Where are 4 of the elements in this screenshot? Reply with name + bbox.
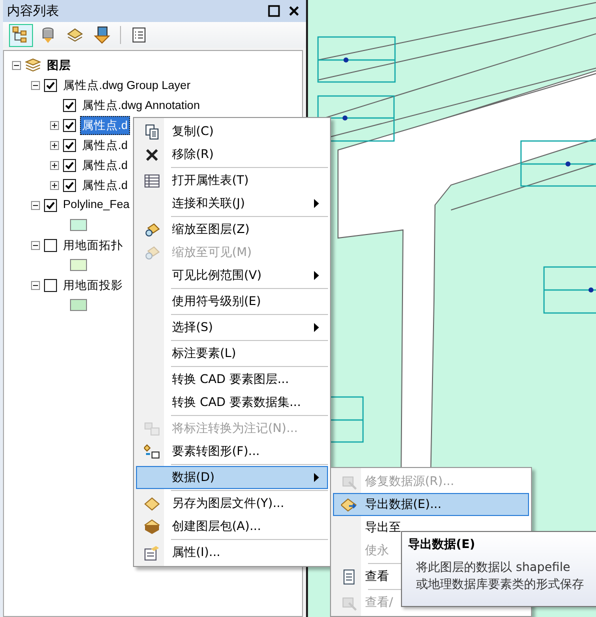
tooltip-title: 导出数据(E) <box>408 536 476 553</box>
tooltip-text: 或地理数据库要素类的形式保存 <box>415 576 585 593</box>
panel-title: 内容列表 <box>7 3 60 20</box>
tooltip-text: 将此图层的数据以 shapefile <box>415 559 572 576</box>
